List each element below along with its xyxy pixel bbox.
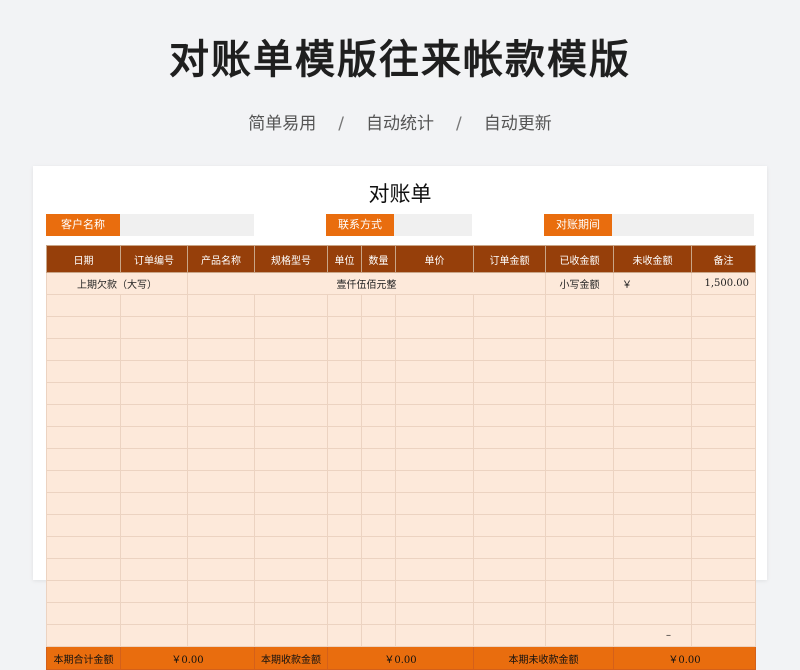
period-total-label: 本期合计金额	[46, 646, 121, 670]
table-row[interactable]	[46, 448, 756, 471]
feature-tag: 自动统计	[366, 114, 434, 134]
small-amount-label: 小写金额	[545, 272, 614, 295]
table-row[interactable]	[46, 338, 756, 361]
column-header: 数量	[361, 245, 396, 273]
previous-balance-row: 上期欠款（大写） 壹仟伍佰元整 小写金额 ￥ 1,500.00	[46, 272, 756, 295]
column-header: 未收金额	[613, 245, 692, 273]
column-header: 订单编号	[120, 245, 188, 273]
currency-symbol: ￥	[613, 272, 692, 295]
previous-balance-amount[interactable]: 1,500.00	[691, 272, 756, 295]
statement-sheet: 对账单 客户名称 联系方式 对账期间 日期 订单编号 产品名称 规格型号 单位 …	[33, 166, 767, 670]
period-unreceived-label: 本期未收款金额	[473, 646, 614, 670]
feature-tags: 简单易用 / 自动统计 / 自动更新	[0, 112, 800, 136]
contact-label: 联系方式	[326, 214, 394, 236]
table-row[interactable]	[46, 426, 756, 449]
customer-name-field[interactable]	[120, 214, 254, 236]
column-header: 已收金额	[545, 245, 614, 273]
totals-row: 本期合计金额 ￥0.00 本期收款金额 ￥0.00 本期未收款金额 ￥0.00	[46, 646, 756, 670]
table-header-row: 日期 订单编号 产品名称 规格型号 单位 数量 单价 订单金额 已收金额 未收金…	[46, 245, 756, 273]
previous-balance-words[interactable]: 壹仟伍佰元整	[187, 272, 546, 295]
column-header: 规格型号	[254, 245, 328, 273]
contact-field[interactable]	[394, 214, 472, 236]
table-row[interactable]	[46, 558, 756, 581]
table-row[interactable]	[46, 470, 756, 493]
column-header: 日期	[46, 245, 121, 273]
table-row[interactable]	[46, 492, 756, 515]
table-row[interactable]	[46, 404, 756, 427]
column-header: 单位	[327, 245, 362, 273]
feature-tag: 自动更新	[483, 114, 552, 134]
table-row[interactable]	[46, 514, 756, 537]
tag-separator: /	[338, 114, 344, 134]
column-header: 备注	[691, 245, 756, 273]
table-row[interactable]	[46, 360, 756, 383]
empty-cell-mark: –	[666, 629, 671, 641]
previous-balance-label: 上期欠款（大写）	[46, 272, 188, 295]
table-row[interactable]	[46, 602, 756, 625]
table-row[interactable]	[46, 382, 756, 405]
customer-name-label: 客户名称	[46, 214, 120, 236]
table-row[interactable]	[46, 294, 756, 317]
statement-table: 日期 订单编号 产品名称 规格型号 单位 数量 单价 订单金额 已收金额 未收金…	[46, 245, 756, 670]
period-field[interactable]	[612, 214, 754, 236]
table-row[interactable]	[46, 316, 756, 339]
page-title: 对账单模版往来帐款模版	[169, 37, 631, 83]
period-unreceived-value: ￥0.00	[613, 646, 756, 670]
period-received-value: ￥0.00	[327, 646, 474, 670]
column-header: 产品名称	[187, 245, 255, 273]
column-header: 订单金额	[473, 245, 546, 273]
tag-separator: /	[456, 114, 462, 134]
table-row[interactable]	[46, 536, 756, 559]
period-received-label: 本期收款金额	[254, 646, 328, 670]
sheet-title: 对账单	[368, 182, 432, 206]
column-header: 单价	[395, 245, 474, 273]
table-row[interactable]	[46, 580, 756, 603]
period-label: 对账期间	[544, 214, 612, 236]
feature-tag: 简单易用	[248, 114, 317, 134]
table-row[interactable]: –	[46, 624, 756, 647]
period-total-value: ￥0.00	[120, 646, 255, 670]
